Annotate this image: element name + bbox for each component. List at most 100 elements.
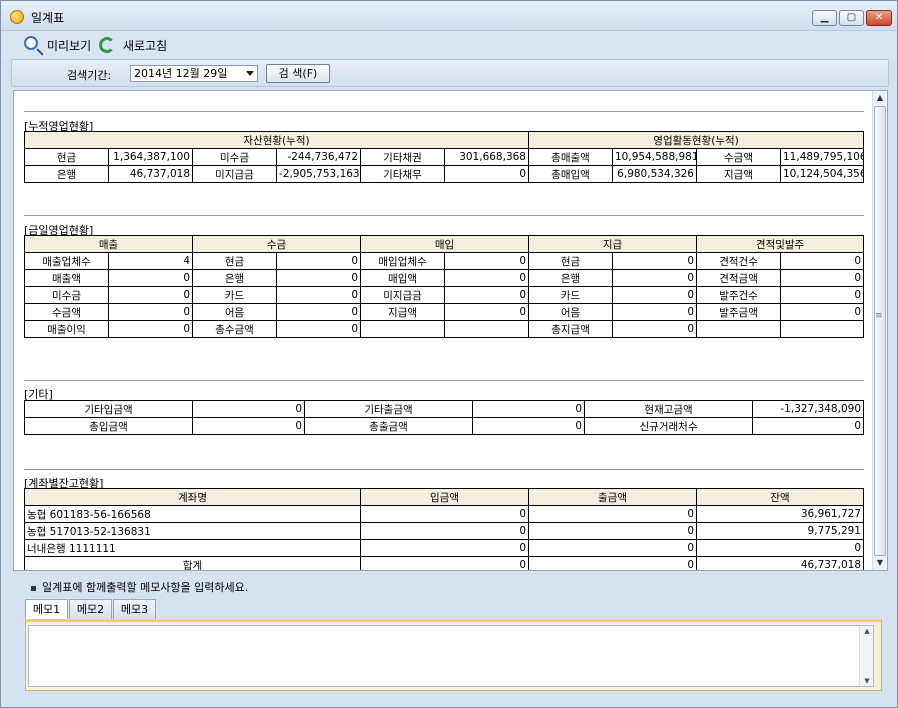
table-cell: -244,736,472 [276, 148, 361, 166]
table-cell: 은행 [192, 269, 278, 287]
refresh-button[interactable]: 새로고침 [99, 35, 167, 55]
vertical-scrollbar[interactable]: ▲ ≡ ▼ [872, 91, 887, 570]
maximize-button[interactable]: ▢ [839, 10, 864, 26]
table-cell: 0 [107, 320, 194, 338]
table-cell: 36,961,727 [696, 505, 864, 523]
table-row: 기타입금액 0 기타출금액 0 현재고금액 -1,327,348,090 [24, 400, 864, 418]
table-cell: 46,737,018 [108, 165, 193, 183]
table-cell: 수금액 [696, 148, 781, 166]
table-cell: 0 [276, 286, 362, 304]
memo-scroll-up-icon[interactable]: ▲ [860, 627, 874, 635]
memo-note: 일계표에 함께출력할 메모사항을 입력하세요. [31, 579, 248, 595]
asset-header: 자산현황(누적) [24, 131, 529, 149]
accounts-table: 계좌명 입금액 출금액 잔액 농협 601183-56-166568 0 0 36,961,… [24, 488, 864, 570]
table-header-cell: 매입 [360, 235, 530, 253]
table-cell: 0 [107, 303, 194, 321]
section-divider [24, 469, 864, 470]
table-header-cell: 계좌명 [24, 488, 361, 506]
table-cell: 46,737,018 [696, 556, 864, 570]
table-cell: 0 [192, 417, 305, 435]
table-cell: -2,905,753,163 [276, 165, 361, 183]
table-cell [444, 320, 530, 338]
toolbar: 미리보기 새로고침 [1, 31, 897, 58]
table-cell: -1,327,348,090 [752, 400, 864, 418]
scroll-up-icon[interactable]: ▲ [873, 91, 887, 105]
maximize-icon: ▢ [846, 12, 857, 23]
table-cell: 0 [780, 252, 865, 270]
tab-memo1[interactable]: 메모1 [25, 599, 68, 619]
table-cell: 0 [612, 286, 698, 304]
minimize-button[interactable]: ▁ [812, 10, 837, 26]
table-cell: 수금액 [24, 303, 109, 321]
table-cell: 0 [528, 505, 697, 523]
table-cell: 합계 [24, 556, 361, 570]
table-cell: 0 [444, 269, 530, 287]
cumulative-table: 자산현황(누적) 영업활동현황(누적) 현금 1,364,387,100 미수금 -… [24, 131, 865, 183]
table-cell: 너내은행 1111111 [24, 539, 361, 557]
table-cell: 0 [444, 286, 530, 304]
table-cell: 현재고금액 [584, 400, 753, 418]
table-cell: 어음 [528, 303, 614, 321]
table-cell: 11,489,795,106 [779, 148, 865, 166]
table-cell: 10,954,588,981 [612, 148, 697, 166]
table-cell: 카드 [528, 286, 614, 304]
table-cell: 총입금액 [24, 417, 193, 435]
bullet-icon [31, 585, 36, 591]
section-divider [24, 111, 864, 112]
table-header-row: 계좌명 입금액 출금액 잔액 [24, 488, 864, 506]
table-cell: 총매입액 [528, 165, 613, 183]
close-button[interactable]: ✕ [866, 10, 892, 26]
title-bar: 일계표 ▁ ▢ ✕ [1, 1, 897, 31]
table-cell: 카드 [192, 286, 278, 304]
table-cell: 6,980,534,326 [612, 165, 697, 183]
scroll-thumb[interactable] [874, 106, 886, 556]
search-button[interactable]: 검 색(F) [266, 64, 330, 83]
memo-scrollbar[interactable]: ▲ ▼ [859, 626, 873, 686]
table-cell: 견적건수 [696, 252, 782, 270]
table-cell: 4 [107, 252, 194, 270]
table-row: 미수금 0 카드 0 미지급금 0 카드 0 발주건수 0 [24, 286, 865, 304]
close-icon: ✕ [874, 12, 884, 23]
table-cell [696, 320, 782, 338]
table-cell: 매출액 [24, 269, 109, 287]
table-row: 너내은행 1111111 0 0 0 [24, 539, 864, 557]
section-divider [24, 215, 864, 216]
table-header-cell: 잔액 [696, 488, 864, 506]
table-cell: 9,775,291 [696, 522, 864, 540]
memo-scroll-down-icon[interactable]: ▼ [860, 677, 874, 685]
table-cell: 0 [612, 269, 698, 287]
table-cell: 현금 [528, 252, 614, 270]
date-value: 2014년 12월 29일 [134, 67, 228, 80]
table-cell: 0 [360, 539, 529, 557]
table-cell: 신규거래처수 [584, 417, 753, 435]
table-header-row: 매출 수금 매입 지급 견적및발주 [23, 235, 865, 253]
date-select[interactable]: 2014년 12월 29일 [130, 65, 258, 82]
table-row: 농협 601183-56-166568 0 0 36,961,727 [24, 505, 864, 523]
table-row: 총입금액 0 총출금액 0 신규거래처수 0 [24, 417, 864, 435]
tab-memo3[interactable]: 메모3 [113, 599, 156, 619]
table-cell: 농협 601183-56-166568 [24, 505, 361, 523]
daily-report-window: 일계표 ▁ ▢ ✕ 미리보기 새로고침 검색기간: 2014년 12월 29일 … [0, 0, 898, 708]
table-cell: 0 [444, 252, 530, 270]
table-cell: 0 [472, 400, 585, 418]
table-cell: 301,668,368 [444, 148, 529, 166]
table-cell: 총지급액 [528, 320, 614, 338]
activity-header: 영업활동현황(누적) [527, 131, 865, 149]
preview-button[interactable]: 미리보기 [23, 35, 91, 55]
scroll-down-icon[interactable]: ▼ [873, 556, 887, 570]
section-divider [24, 380, 864, 381]
table-header-cell: 출금액 [528, 488, 697, 506]
table-cell: 0 [528, 522, 697, 540]
tab-memo2[interactable]: 메모2 [69, 599, 112, 619]
memo-textarea[interactable]: ▲ ▼ [28, 625, 874, 687]
table-cell: 0 [360, 505, 529, 523]
table-cell: 0 [612, 303, 698, 321]
etc-table: 기타입금액 0 기타출금액 0 현재고금액 -1,327,348,090 총입금액 0 총출금… [24, 400, 864, 435]
table-cell: 0 [276, 303, 362, 321]
table-cell: 0 [444, 165, 529, 183]
table-header-cell: 지급 [528, 235, 698, 253]
table-cell: 견적금액 [696, 269, 782, 287]
memo-panel: ▲ ▼ [25, 619, 882, 691]
table-cell: 0 [276, 252, 362, 270]
report-content[interactable]: [누적영업현황] 자산현황(누적) 영업활동현황(누적) 현금 1,364,387… [13, 90, 888, 571]
